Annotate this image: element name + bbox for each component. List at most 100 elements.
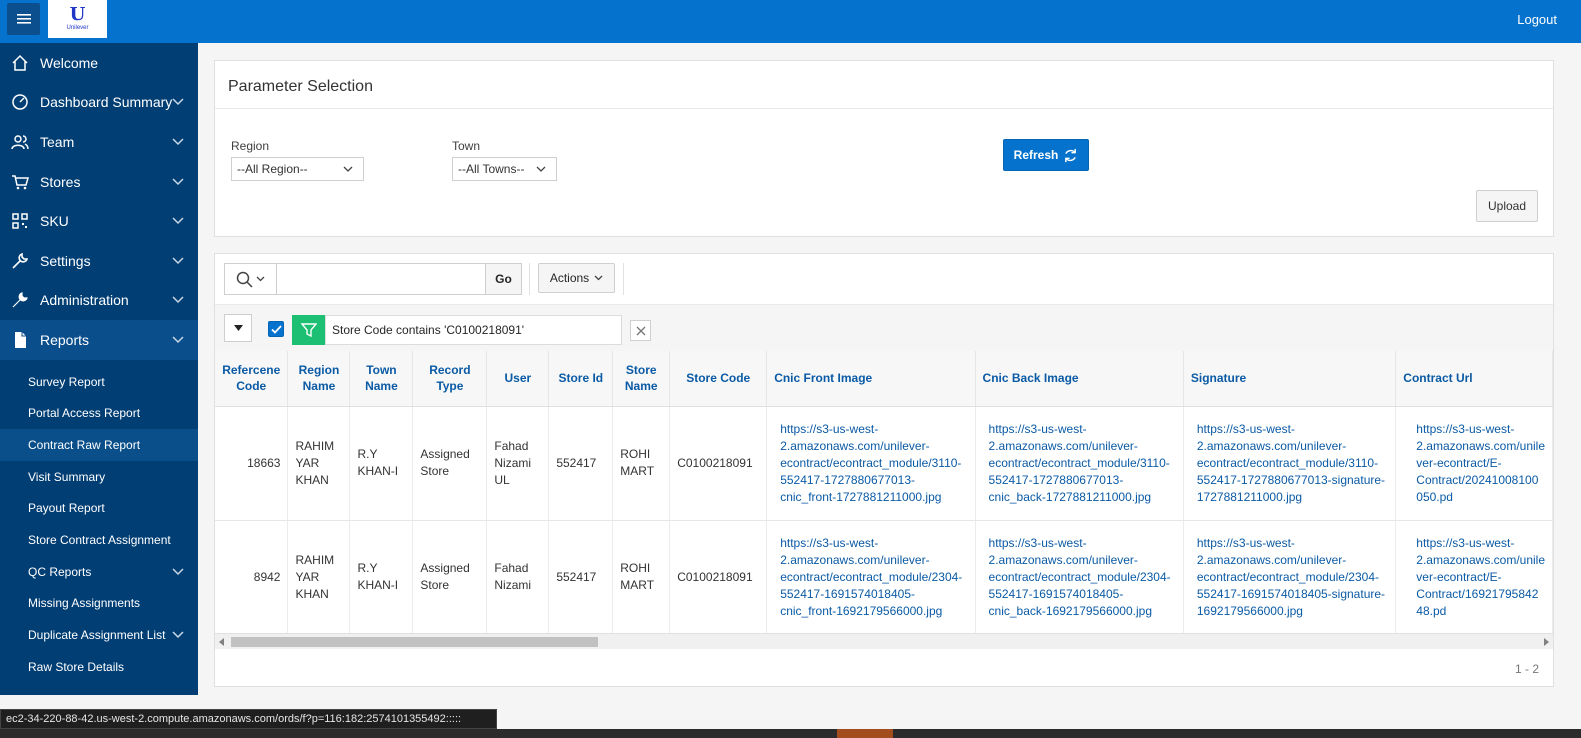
chevron-down-icon xyxy=(256,276,265,282)
taskbar-accent xyxy=(837,729,893,738)
region-select[interactable]: --All Region-- xyxy=(231,157,364,181)
search-icon xyxy=(236,271,253,288)
report-panel: Go Actions Store Code contains 'C0100218… xyxy=(214,253,1554,687)
cnic-front-link[interactable]: https://s3-us-west-2.amazonaws.com/unile… xyxy=(766,406,976,521)
column-header-region-name[interactable]: Region Name xyxy=(287,351,351,407)
cell-record-type: Assigned Store xyxy=(412,406,488,521)
signature-link[interactable]: https://s3-us-west-2.amazonaws.com/unile… xyxy=(1183,406,1397,521)
refresh-button[interactable]: Refresh xyxy=(1003,139,1089,171)
column-header-store-id[interactable]: Store Id xyxy=(548,351,614,407)
filter-enabled-checkbox[interactable] xyxy=(268,321,284,337)
sidebar-item-label: Reports xyxy=(40,331,90,348)
sidebar-item-label: Administration xyxy=(40,292,129,309)
subnav-label: Store Contract Assignment xyxy=(28,533,171,548)
go-button[interactable]: Go xyxy=(485,263,522,295)
column-header-record-type[interactable]: Record Type xyxy=(412,351,488,407)
cell-town-name: R.Y KHAN-I xyxy=(349,520,414,633)
actions-menu-button[interactable]: Actions xyxy=(538,263,615,293)
town-label: Town xyxy=(452,139,481,153)
cnic-back-link[interactable]: https://s3-us-west-2.amazonaws.com/unile… xyxy=(975,520,1184,633)
column-header-user[interactable]: User xyxy=(486,351,550,407)
filter-description[interactable]: Store Code contains 'C0100218091' xyxy=(325,315,622,345)
subnav-portal-access-report[interactable]: Portal Access Report xyxy=(0,397,198,429)
browser-status-url: ec2-34-220-88-42.us-west-2.compute.amazo… xyxy=(0,709,497,729)
sidebar-item-team[interactable]: Team xyxy=(0,122,198,162)
logo-wordmark: Unilever xyxy=(66,25,89,31)
remove-filter-button[interactable] xyxy=(630,320,651,341)
filter-row: Store Code contains 'C0100218091' xyxy=(215,304,1553,351)
signature-link[interactable]: https://s3-us-west-2.amazonaws.com/unile… xyxy=(1183,520,1397,633)
menu-toggle-button[interactable] xyxy=(7,3,40,35)
unilever-logo[interactable]: U Unilever xyxy=(48,0,107,38)
search-input[interactable] xyxy=(283,272,478,286)
sidebar-item-welcome[interactable]: Welcome xyxy=(0,43,198,83)
actions-label: Actions xyxy=(549,271,590,285)
chevron-down-icon xyxy=(343,166,353,172)
horizontal-scrollbar[interactable] xyxy=(215,633,1553,649)
subnav-contract-raw-report[interactable]: Contract Raw Report xyxy=(0,429,198,461)
column-header-store-name[interactable]: Store Name xyxy=(612,351,671,407)
column-header-town-name[interactable]: Town Name xyxy=(349,351,414,407)
subnav-survey-report[interactable]: Survey Report xyxy=(0,366,198,398)
logout-link[interactable]: Logout xyxy=(1517,12,1557,27)
column-header-signature[interactable]: Signature xyxy=(1183,351,1397,407)
sidebar-item-reports[interactable]: Reports xyxy=(0,320,198,360)
sidebar-item-settings[interactable]: Settings xyxy=(0,241,198,281)
column-header-cnic-front-image[interactable]: Cnic Front Image xyxy=(766,351,976,407)
table-header-row: Refercene Code Region Name Town Name Rec… xyxy=(215,351,1553,407)
subnav-store-contract-assignment[interactable]: Store Contract Assignment xyxy=(0,524,198,556)
sidebar-item-label: Stores xyxy=(40,173,81,190)
cell-store-code: C0100218091 xyxy=(669,406,768,521)
top-header: U Unilever Logout xyxy=(0,0,1581,43)
cell-reference-code: 18663 xyxy=(215,406,289,521)
subnav-label: QC Reports xyxy=(28,564,92,579)
report-table: Refercene Code Region Name Town Name Rec… xyxy=(215,351,1553,633)
cell-reference-code: 8942 xyxy=(215,520,289,633)
subnav-duplicate-assignment-list[interactable]: Duplicate Assignment List xyxy=(0,619,198,651)
cnic-back-link[interactable]: https://s3-us-west-2.amazonaws.com/unile… xyxy=(975,406,1184,521)
chevron-down-icon xyxy=(536,166,546,172)
sidebar-item-stores[interactable]: Stores xyxy=(0,162,198,202)
sidebar-item-dashboard-summary[interactable]: Dashboard Summary xyxy=(0,83,198,123)
column-header-cnic-back-image[interactable]: Cnic Back Image xyxy=(975,351,1184,407)
upload-button[interactable]: Upload xyxy=(1476,190,1538,222)
column-header-contract-url[interactable]: Contract Url xyxy=(1395,351,1553,407)
sidebar-item-sku[interactable]: SKU xyxy=(0,201,198,241)
subnav-qc-reports[interactable]: QC Reports xyxy=(0,556,198,588)
contract-url-link[interactable]: https://s3-us-west-2.amazonaws.com/unile… xyxy=(1395,406,1553,521)
search-field[interactable]: Go xyxy=(224,263,522,295)
collapse-filters-button[interactable] xyxy=(224,314,252,342)
sidebar-item-label: Dashboard Summary xyxy=(40,94,173,111)
sidebar-item-label: Welcome xyxy=(40,54,99,71)
scroll-right-arrow-icon[interactable] xyxy=(1544,638,1549,646)
filter-badge[interactable] xyxy=(292,315,325,345)
cell-store-name: ROHI MART xyxy=(612,520,671,633)
column-header-reference-code[interactable]: Refercene Code xyxy=(215,351,289,407)
sidebar: Welcome Dashboard Summary Team Stores SK… xyxy=(0,43,198,695)
qr-code-icon xyxy=(12,213,28,229)
scrollbar-thumb[interactable] xyxy=(231,637,598,647)
wrench-icon xyxy=(12,252,29,269)
table-row: 8942 RAHIM YAR KHAN R.Y KHAN-I Assigned … xyxy=(215,520,1553,633)
sidebar-item-label: Team xyxy=(40,133,75,150)
subnav-raw-store-details[interactable]: Raw Store Details xyxy=(0,651,198,683)
scroll-left-arrow-icon[interactable] xyxy=(219,638,224,646)
column-header-store-code[interactable]: Store Code xyxy=(669,351,768,407)
subnav-label: Visit Summary xyxy=(28,469,106,484)
cnic-front-link[interactable]: https://s3-us-west-2.amazonaws.com/unile… xyxy=(766,520,976,633)
region-select-value: --All Region-- xyxy=(237,162,308,176)
sidebar-item-administration[interactable]: Administration xyxy=(0,281,198,321)
chevron-down-icon xyxy=(172,98,184,106)
cell-user: Fahad Nizami UL xyxy=(486,406,550,521)
subnav-missing-assignments[interactable]: Missing Assignments xyxy=(0,588,198,620)
cell-region-name: RAHIM YAR KHAN xyxy=(287,520,351,633)
cell-store-name: ROHI MART xyxy=(612,406,671,521)
toolbar-divider xyxy=(623,263,624,295)
subnav-payout-report[interactable]: Payout Report xyxy=(0,493,198,525)
subnav-visit-summary[interactable]: Visit Summary xyxy=(0,461,198,493)
search-column-selector[interactable] xyxy=(225,264,277,294)
subnav-label: Portal Access Report xyxy=(28,406,141,421)
main-content: Parameter Selection Region --All Region-… xyxy=(198,43,1581,729)
town-select[interactable]: --All Towns-- xyxy=(452,157,557,181)
contract-url-link[interactable]: https://s3-us-west-2.amazonaws.com/unile… xyxy=(1395,520,1553,633)
